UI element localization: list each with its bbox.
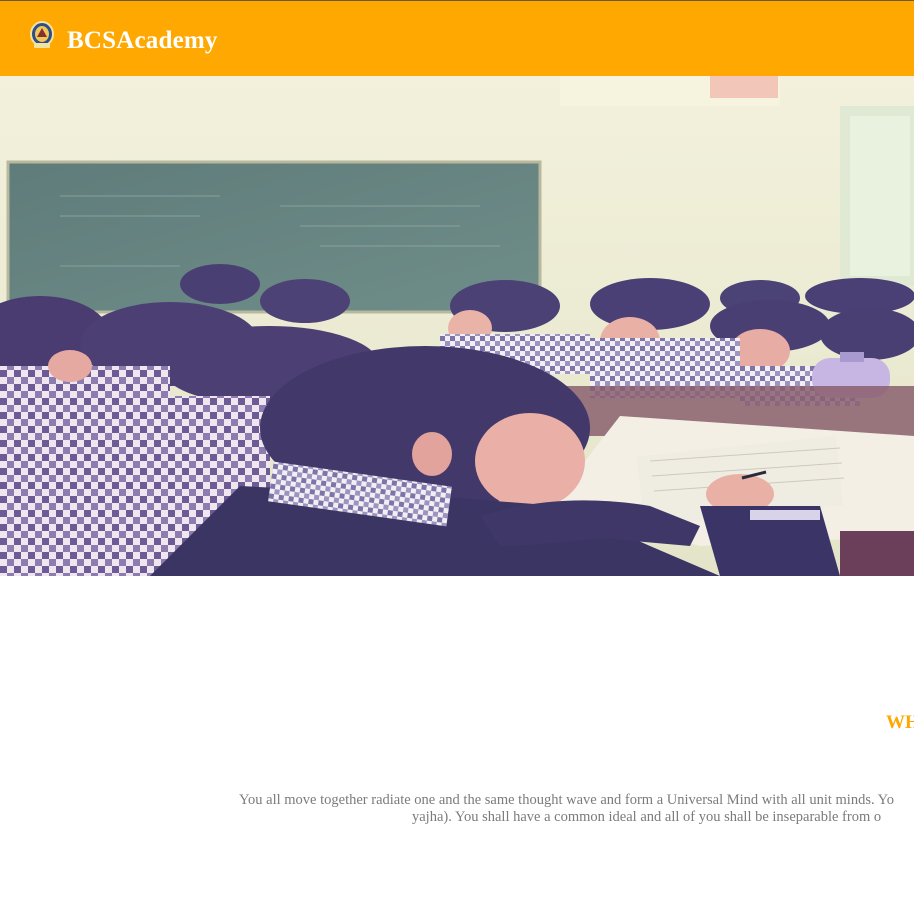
school-crest-icon[interactable] — [28, 19, 56, 53]
paragraph-line-2: yajha). You shall have a common ideal an… — [412, 809, 882, 825]
classroom-photo — [0, 76, 914, 576]
hero-banner — [0, 76, 914, 576]
section-heading: WH — [886, 712, 914, 733]
top-navbar: BCSAcademy — [0, 0, 914, 76]
brand-name-link[interactable]: BCSAcademy — [67, 27, 218, 55]
paragraph-line-1: You all move together radiate one and th… — [239, 792, 894, 808]
